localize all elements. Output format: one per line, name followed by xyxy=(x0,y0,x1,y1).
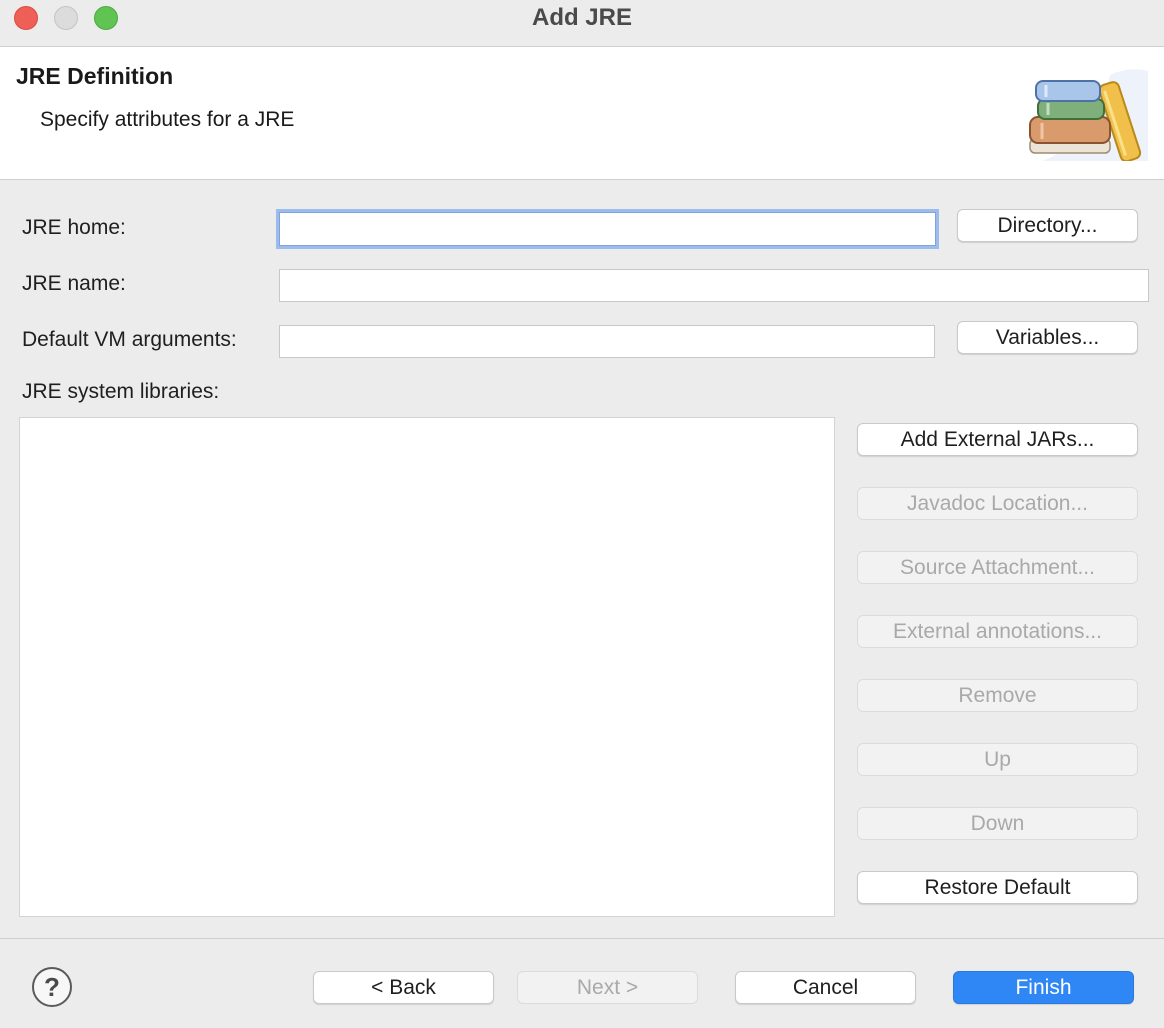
jre-library-books-icon xyxy=(1029,69,1148,161)
title-bar: Add JRE xyxy=(0,0,1164,47)
add-external-jars-button[interactable]: Add External JARs... xyxy=(857,423,1138,456)
restore-default-button[interactable]: Restore Default xyxy=(857,871,1138,904)
down-button[interactable]: Down xyxy=(857,807,1138,840)
jre-name-field[interactable] xyxy=(279,269,1149,302)
system-libraries-label: JRE system libraries: xyxy=(22,380,220,403)
javadoc-location-button[interactable]: Javadoc Location... xyxy=(857,487,1138,520)
source-attachment-button[interactable]: Source Attachment... xyxy=(857,551,1138,584)
vm-arguments-label: Default VM arguments: xyxy=(22,328,237,351)
help-icon[interactable]: ? xyxy=(32,967,72,1007)
variables-button[interactable]: Variables... xyxy=(957,321,1138,354)
wizard-banner: JRE Definition Specify attributes for a … xyxy=(0,47,1164,180)
finish-button[interactable]: Finish xyxy=(953,971,1134,1004)
jre-home-label: JRE home: xyxy=(22,216,126,239)
next-button[interactable]: Next > xyxy=(517,971,698,1004)
directory-button[interactable]: Directory... xyxy=(957,209,1138,242)
footer-divider xyxy=(0,938,1164,939)
jre-name-label: JRE name: xyxy=(22,272,126,295)
jre-home-field[interactable] xyxy=(279,212,936,246)
vm-arguments-field[interactable] xyxy=(279,325,935,358)
cancel-button[interactable]: Cancel xyxy=(735,971,916,1004)
page-title: JRE Definition xyxy=(16,63,174,89)
back-button[interactable]: < Back xyxy=(313,971,494,1004)
window-title: Add JRE xyxy=(531,4,632,31)
system-libraries-list[interactable] xyxy=(19,417,835,917)
external-annotations-button[interactable]: External annotations... xyxy=(857,615,1138,648)
remove-button[interactable]: Remove xyxy=(857,679,1138,712)
page-description: Specify attributes for a JRE xyxy=(40,108,295,131)
up-button[interactable]: Up xyxy=(857,743,1138,776)
